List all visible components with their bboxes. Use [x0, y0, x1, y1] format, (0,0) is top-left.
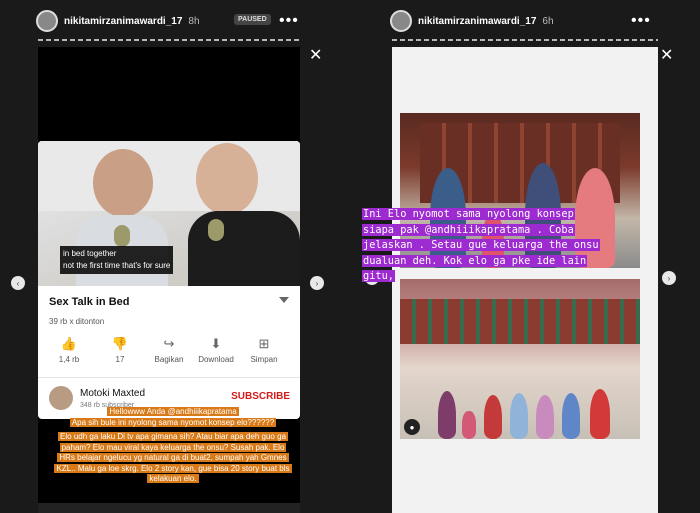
subtitle-line: in bed together: [63, 249, 117, 258]
story-header: nikitamirzanimawardi_17 6h: [390, 10, 554, 32]
story-caption: Hellowww Anda @andhiiikapratama Apa sih …: [52, 407, 294, 485]
figure-hanbok: [438, 391, 456, 439]
close-icon[interactable]: ✕: [309, 48, 322, 64]
caption-line: Hellowww Anda @andhiiikapratama: [107, 407, 239, 416]
youtube-video-card[interactable]: in bed together not the first time that'…: [38, 141, 300, 419]
like-button[interactable]: 👍 1,4 rb: [43, 333, 95, 364]
caption-text: Ini Elo nyomot sama nyolong konsep siapa…: [362, 208, 600, 282]
video-actions: 👍 1,4 rb 👎 17 ↪ Bagikan ⬇ Download ⊞ Sim…: [38, 333, 300, 373]
more-options-icon[interactable]: •••: [279, 13, 299, 29]
avatar[interactable]: [390, 10, 412, 32]
chevron-down-icon[interactable]: [279, 297, 289, 303]
figure-hanbok: [510, 393, 528, 439]
thumbs-down-icon: 👎: [111, 336, 129, 351]
channel-name[interactable]: Motoki Maxted: [80, 388, 145, 399]
video-thumbnail[interactable]: in bed together not the first time that'…: [38, 141, 300, 286]
story-time: 8h: [188, 15, 200, 27]
video-subtitles: in bed together not the first time that'…: [60, 246, 174, 274]
figure-hanbok: [562, 393, 580, 439]
story-progress-bar: [38, 39, 300, 41]
thumbs-up-icon: 👍: [60, 336, 78, 351]
person-left-face: [93, 149, 153, 217]
download-button[interactable]: ⬇ Download: [190, 333, 242, 364]
download-icon: ⬇: [210, 336, 222, 351]
reply-bar[interactable]: [38, 503, 300, 513]
pillow: [38, 141, 300, 211]
chevron-right-icon: ›: [315, 278, 319, 288]
view-count: 39 rb x ditonton: [49, 317, 105, 326]
dislike-count: 17: [115, 355, 125, 364]
story-panel-left: nikitamirzanimawardi_17 8h PAUSED ••• ✕ …: [0, 0, 350, 513]
subtitle-line: not the first time that's for sure: [63, 261, 171, 270]
microphone-left: [114, 225, 130, 247]
next-story-button[interactable]: ›: [662, 271, 676, 285]
story-panel-right: nikitamirzanimawardi_17 6h ••• ✕ ‹ › ● I…: [350, 0, 700, 513]
figure-hanbok: [536, 395, 554, 439]
save-icon: ⊞: [258, 336, 270, 351]
chevron-left-icon: ‹: [16, 278, 20, 288]
person-right-shirt: [188, 211, 300, 286]
username[interactable]: nikitamirzanimawardi_17: [418, 16, 536, 27]
share-button[interactable]: ↪ Bagikan: [143, 333, 195, 364]
chevron-right-icon: ›: [667, 273, 671, 283]
more-options-icon[interactable]: •••: [631, 13, 651, 29]
video-title[interactable]: Sex Talk in Bed: [49, 296, 130, 308]
download-label: Download: [198, 355, 234, 364]
like-count: 1,4 rb: [58, 355, 80, 364]
subscribe-button[interactable]: SUBSCRIBE: [231, 391, 290, 402]
caption-line: Elo udh ga laku Di tv apa gimana sih? At…: [54, 432, 292, 483]
close-icon[interactable]: ✕: [660, 48, 673, 64]
save-label: Simpan: [250, 355, 278, 364]
story-time: 6h: [542, 15, 554, 27]
story-caption: Ini Elo nyomot sama nyolong konsep siapa…: [362, 207, 606, 285]
share-label: Bagikan: [154, 355, 184, 364]
caption-line: Apa sih bule ini nyolong sama nyomot kon…: [69, 417, 277, 427]
microphone-right: [208, 219, 224, 241]
figure-hanbok: [484, 395, 502, 439]
previous-story-button[interactable]: ‹: [11, 276, 25, 290]
figure-hanbok: [590, 389, 610, 439]
story-progress-bar: [392, 39, 658, 41]
share-icon: ↪: [163, 336, 175, 351]
figure-hanbok: [462, 411, 476, 439]
username[interactable]: nikitamirzanimawardi_17: [64, 16, 182, 27]
palace-roof: [400, 299, 640, 344]
paused-badge: PAUSED: [234, 14, 271, 25]
next-story-button[interactable]: ›: [310, 276, 324, 290]
family-photo-courtyard: [400, 279, 640, 439]
story-header: nikitamirzanimawardi_17 8h: [36, 10, 200, 32]
person-right-face: [196, 143, 258, 215]
avatar[interactable]: [36, 10, 58, 32]
camera-icon[interactable]: ●: [404, 419, 420, 435]
save-button[interactable]: ⊞ Simpan: [238, 333, 290, 364]
dislike-button[interactable]: 👎 17: [94, 333, 146, 364]
